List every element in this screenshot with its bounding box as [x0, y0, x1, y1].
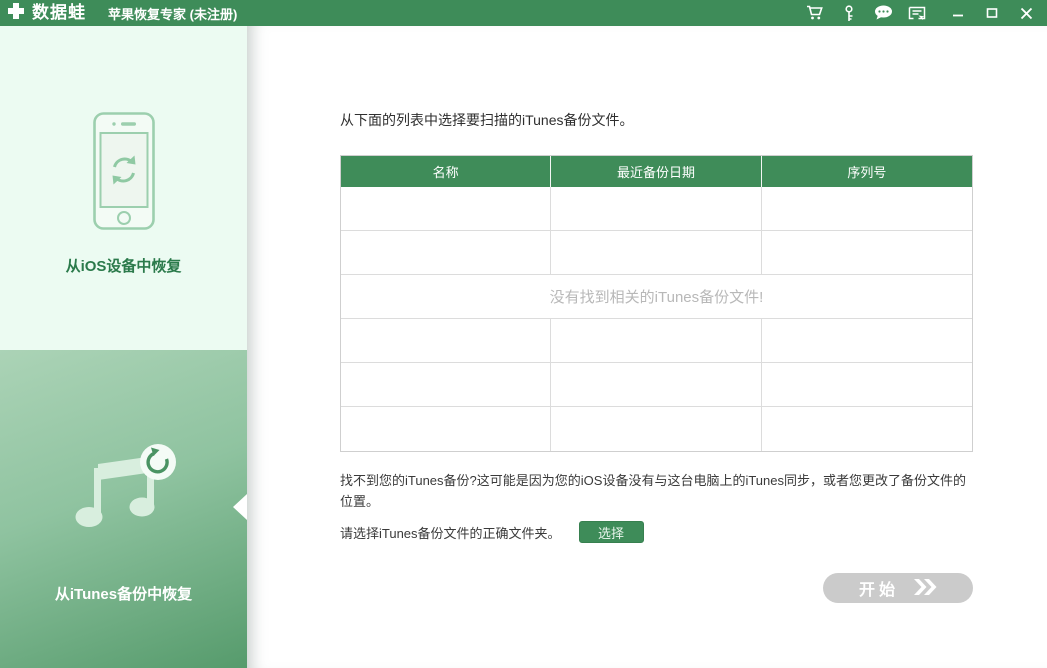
table-empty-message-row: 没有找到相关的iTunes备份文件!	[341, 275, 972, 319]
table-row	[341, 407, 972, 451]
minimize-button[interactable]	[945, 2, 971, 24]
start-button-label: 开始	[859, 576, 899, 600]
sidebar-item-recover-from-itunes[interactable]: 从iTunes备份中恢复	[0, 350, 247, 668]
close-button[interactable]	[1013, 2, 1039, 24]
help-text: 找不到您的iTunes备份?这可能是因为您的iOS设备没有与这台电脑上的iTun…	[340, 470, 973, 512]
table-row	[341, 187, 972, 231]
feedback-icon[interactable]	[907, 4, 927, 22]
logo-text: 数据蛙	[32, 0, 86, 26]
maximize-button[interactable]	[979, 2, 1005, 24]
column-header-name: 名称	[341, 156, 551, 187]
double-chevron-right-icon	[913, 579, 937, 598]
column-header-last-backup-date: 最近备份日期	[551, 156, 761, 187]
sidebar-item-label: 从iOS设备中恢复	[66, 255, 182, 276]
active-item-pointer	[233, 494, 247, 520]
app-title: 苹果恢复专家 (未注册)	[108, 4, 237, 23]
empty-message: 没有找到相关的iTunes备份文件!	[550, 286, 764, 307]
main-panel: 从下面的列表中选择要扫描的iTunes备份文件。 名称 最近备份日期 序列号 没…	[247, 26, 1047, 668]
sidebar-item-recover-from-ios[interactable]: 从iOS设备中恢复	[0, 26, 247, 350]
select-folder-prompt: 请选择iTunes备份文件的正确文件夹。	[340, 523, 561, 542]
column-header-serial-number: 序列号	[762, 156, 972, 187]
iphone-sync-icon	[93, 112, 155, 235]
cart-icon[interactable]	[805, 4, 825, 22]
key-icon[interactable]	[839, 4, 859, 22]
select-folder-button[interactable]: 选择	[579, 521, 644, 543]
app-window: 数据蛙 苹果恢复专家 (未注册)	[0, 0, 1047, 668]
table-row	[341, 363, 972, 407]
table-row	[341, 319, 972, 363]
title-bar: 数据蛙 苹果恢复专家 (未注册)	[0, 0, 1047, 26]
sidebar-item-label: 从iTunes备份中恢复	[55, 583, 192, 604]
logo-cross-icon	[6, 1, 26, 26]
instruction-text: 从下面的列表中选择要扫描的iTunes备份文件。	[340, 110, 973, 130]
start-button[interactable]: 开始	[823, 573, 973, 603]
backup-table: 名称 最近备份日期 序列号 没有找到相关的iTunes备份文件!	[340, 155, 973, 452]
music-note-restore-icon	[68, 438, 180, 539]
table-header-row: 名称 最近备份日期 序列号	[341, 156, 972, 187]
sidebar: 从iOS设备中恢复	[0, 26, 247, 668]
table-row	[341, 231, 972, 275]
chat-icon[interactable]	[873, 4, 893, 22]
app-logo: 数据蛙	[6, 0, 86, 26]
